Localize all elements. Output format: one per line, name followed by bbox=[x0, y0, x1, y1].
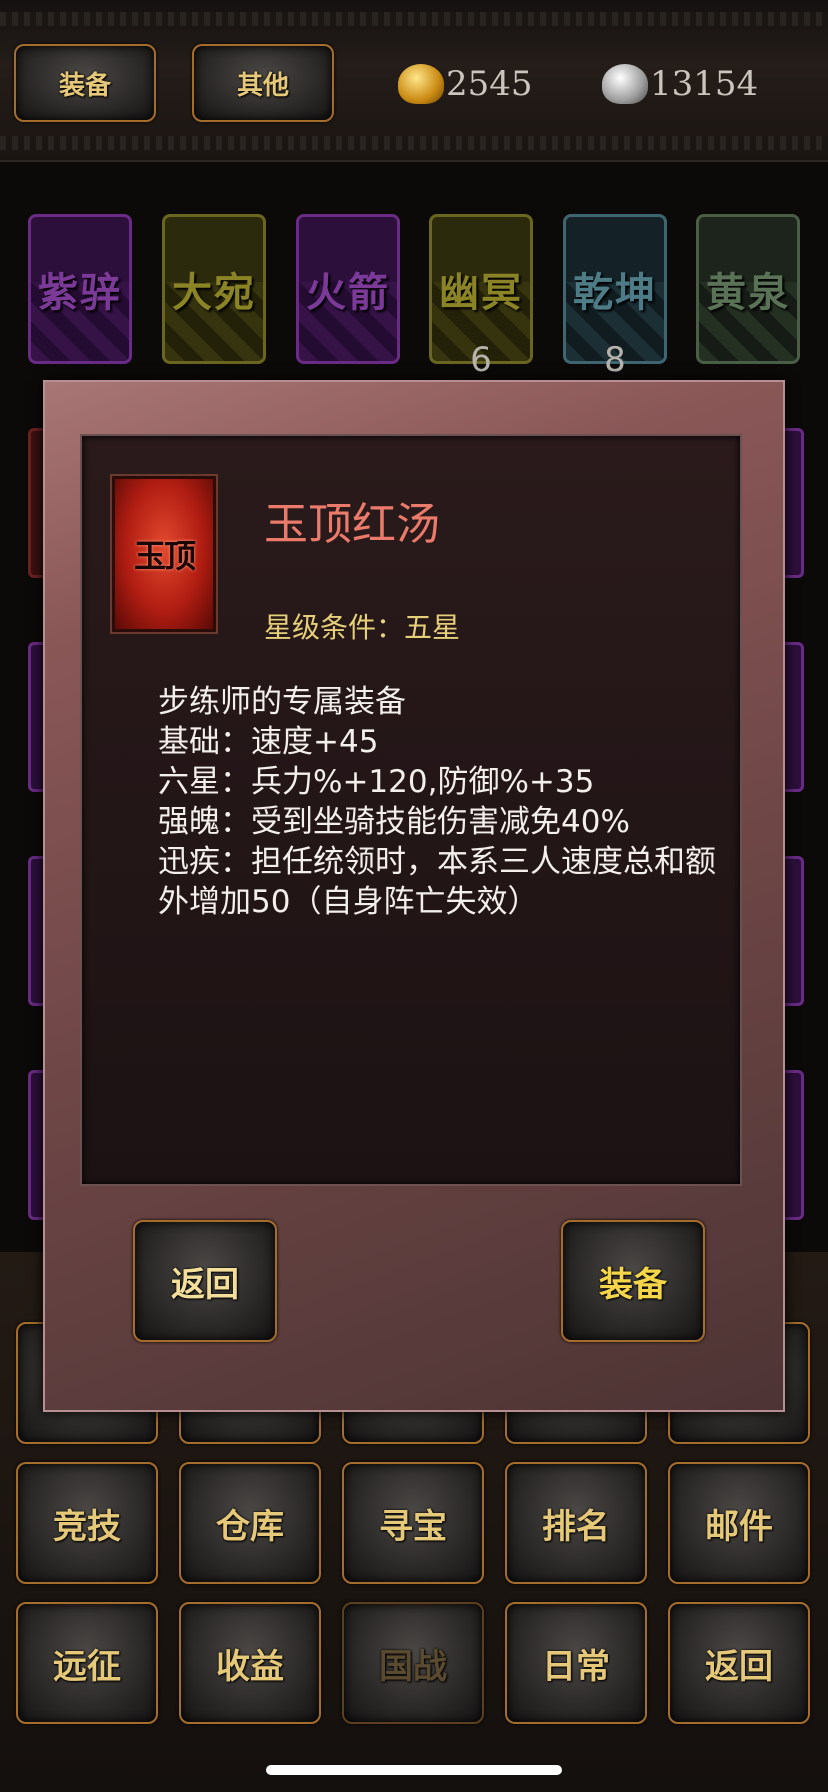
horse-card-label: 紫骍 bbox=[38, 269, 122, 316]
horse-card-count: 6 bbox=[470, 340, 492, 380]
top-strip bbox=[0, 12, 828, 26]
nation-war-button[interactable]: 国战 bbox=[342, 1602, 484, 1724]
gold-counter: 2545 bbox=[398, 58, 533, 110]
description-line: 强魄：受到坐骑技能伤害减免40% bbox=[158, 804, 630, 840]
item-icon-label: 玉顶 bbox=[133, 537, 196, 575]
arena-button[interactable]: 竞技 bbox=[16, 1462, 158, 1584]
item-name: 玉顶红汤 bbox=[264, 499, 440, 550]
bottom-strip bbox=[0, 136, 828, 150]
mail-button[interactable]: 邮件 bbox=[668, 1462, 810, 1584]
horse-card-label: 火箭 bbox=[306, 269, 390, 316]
star-condition: 星级条件：五星 bbox=[264, 611, 461, 644]
horse-card-label: 乾坤 bbox=[573, 269, 657, 316]
treasure-hunt-button[interactable]: 寻宝 bbox=[342, 1462, 484, 1584]
item-detail-panel: 玉顶 玉顶红汤 星级条件：五星 步练师的专属装备 基础：速度+45 六星：兵力%… bbox=[80, 434, 742, 1186]
revenue-button[interactable]: 收益 bbox=[179, 1602, 321, 1724]
gold-amount: 2545 bbox=[446, 64, 533, 104]
description-line: 迅疾：担任统领时，本系三人速度总和额外增加50（自身阵亡失效） bbox=[158, 844, 716, 920]
home-indicator[interactable] bbox=[266, 1765, 562, 1775]
item-detail-dialog: 玉顶 玉顶红汤 星级条件：五星 步练师的专属装备 基础：速度+45 六星：兵力%… bbox=[43, 380, 785, 1412]
tab-other[interactable]: 其他 bbox=[192, 44, 334, 122]
description-line: 基础：速度+45 bbox=[158, 724, 379, 760]
silver-ingot-icon bbox=[602, 64, 648, 104]
horse-card-label: 幽冥 bbox=[439, 269, 523, 316]
description-line: 步练师的专属装备 bbox=[158, 684, 406, 720]
ranking-button[interactable]: 排名 bbox=[505, 1462, 647, 1584]
description-line: 六星：兵力%+120,防御%+35 bbox=[158, 764, 595, 800]
tab-equip[interactable]: 装备 bbox=[14, 44, 156, 122]
horse-card-6[interactable]: 黄泉 bbox=[696, 214, 800, 364]
silver-counter: 13154 bbox=[602, 58, 758, 110]
silver-amount: 13154 bbox=[650, 64, 759, 104]
daily-button[interactable]: 日常 bbox=[505, 1602, 647, 1724]
horse-card-count: 8 bbox=[604, 340, 626, 380]
dialog-back-button[interactable]: 返回 bbox=[133, 1220, 277, 1342]
gold-ingot-icon bbox=[398, 64, 444, 104]
horse-card-3[interactable]: 火箭 bbox=[296, 214, 400, 364]
dialog-equip-button[interactable]: 装备 bbox=[561, 1220, 705, 1342]
item-description: 步练师的专属装备 基础：速度+45 六星：兵力%+120,防御%+35 强魄：受… bbox=[158, 682, 728, 922]
horse-card-2[interactable]: 大宛 bbox=[162, 214, 266, 364]
item-icon: 玉顶 bbox=[112, 476, 216, 632]
warehouse-button[interactable]: 仓库 bbox=[179, 1462, 321, 1584]
back-button[interactable]: 返回 bbox=[668, 1602, 810, 1724]
horse-card-label: 黄泉 bbox=[706, 269, 790, 316]
horse-card-1[interactable]: 紫骍 bbox=[28, 214, 132, 364]
expedition-button[interactable]: 远征 bbox=[16, 1602, 158, 1724]
horse-card-label: 大宛 bbox=[172, 269, 256, 316]
